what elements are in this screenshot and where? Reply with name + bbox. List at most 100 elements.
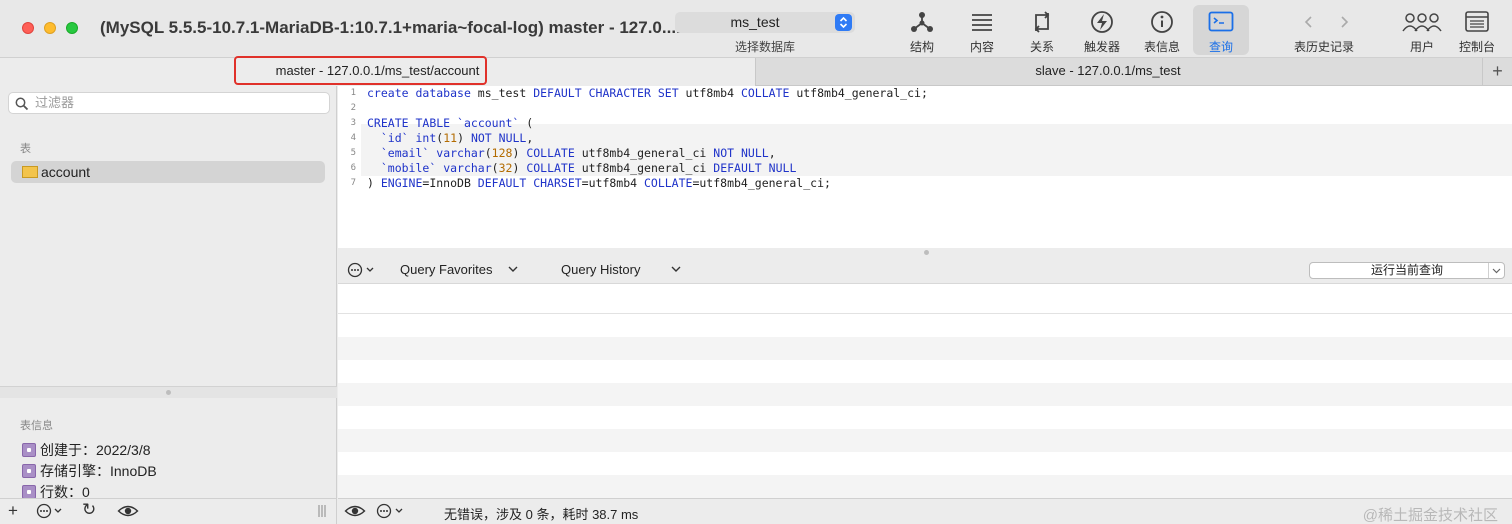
terminal-icon xyxy=(1208,11,1234,32)
console-button[interactable]: 控制台 xyxy=(1449,8,1505,56)
query-label: 查询 xyxy=(1208,40,1233,54)
structure-icon xyxy=(911,12,933,32)
highlight-annotation-box xyxy=(234,56,487,85)
code-line: CREATE TABLE `account` ( xyxy=(367,116,534,130)
sql-editor[interactable]: 1 2 3 4 5 6 7 create database ms_test DE… xyxy=(338,86,1512,248)
eye-icon xyxy=(117,505,139,517)
relations-icon xyxy=(1034,11,1050,33)
table-history-control: 表历史记录 xyxy=(1290,8,1358,56)
drag-handle-dot xyxy=(166,390,171,395)
results-grid[interactable] xyxy=(338,284,1512,498)
chevron-down-icon[interactable] xyxy=(671,262,681,279)
line-number: 5 xyxy=(350,148,356,158)
info-icon xyxy=(1151,11,1173,33)
table-info-label: 表信息 xyxy=(1143,40,1180,54)
query-actions-button[interactable] xyxy=(347,262,377,281)
tables-heading: 表 xyxy=(20,143,31,155)
line-number: 1 xyxy=(350,88,356,98)
content-icon xyxy=(972,14,992,31)
line-number: 2 xyxy=(350,103,356,113)
filter-field[interactable] xyxy=(8,92,330,114)
run-options-dropdown[interactable] xyxy=(1488,263,1504,278)
triggers-label: 触发器 xyxy=(1083,40,1120,54)
database-select-label: 选择数据库 xyxy=(734,40,795,54)
drag-handle-dot xyxy=(924,250,929,255)
table-info-heading: 表信息 xyxy=(20,420,53,432)
structure-label: 结构 xyxy=(909,40,934,54)
refresh-button[interactable]: ↻ xyxy=(82,500,96,520)
eye-icon xyxy=(344,505,366,517)
connection-tab-bar: master - 127.0.0.1/ms_test/account slave… xyxy=(0,58,1512,86)
search-icon xyxy=(15,97,29,111)
tab-slave[interactable]: slave - 127.0.0.1/ms_test xyxy=(755,58,1460,86)
window-title: (MySQL 5.5.5-10.7.1-MariaDB-1:10.7.1+mar… xyxy=(100,18,681,37)
table-info-button[interactable]: 表信息 xyxy=(1134,8,1190,56)
empty-row xyxy=(338,337,1512,360)
console-label: 控制台 xyxy=(1458,40,1495,54)
query-history-button[interactable]: Query History xyxy=(561,262,640,277)
content-label: 内容 xyxy=(969,40,994,54)
table-history-label: 表历史记录 xyxy=(1293,40,1354,54)
query-button[interactable]: 查询 xyxy=(1193,5,1249,55)
minimize-window-button[interactable] xyxy=(44,22,56,34)
ellipsis-circle-icon xyxy=(36,503,62,519)
users-label: 用户 xyxy=(1409,40,1434,54)
table-item-account[interactable]: account xyxy=(11,161,325,183)
structure-button[interactable]: 结构 xyxy=(894,8,950,56)
add-tab-button[interactable]: + xyxy=(1482,58,1512,86)
back-chevron-icon[interactable] xyxy=(1304,16,1312,28)
sidebar-split-handle[interactable] xyxy=(0,386,337,398)
query-toolbar: Query Favorites Query History 运行当前查询 xyxy=(338,256,1512,284)
visibility-button[interactable] xyxy=(117,503,139,523)
database-select-value: ms_test xyxy=(730,14,780,30)
console-icon xyxy=(1465,11,1489,32)
updown-chevron-icon xyxy=(835,14,852,31)
close-window-button[interactable] xyxy=(22,22,34,34)
relations-label: 关系 xyxy=(1029,40,1054,54)
toggle-visibility-button[interactable] xyxy=(344,503,366,522)
line-number: 6 xyxy=(350,163,356,173)
more-actions-button[interactable] xyxy=(36,503,64,523)
empty-row xyxy=(338,383,1512,406)
users-button[interactable]: 用户 xyxy=(1394,8,1450,56)
content-button[interactable]: 内容 xyxy=(954,8,1010,56)
info-created: 创建于：2022/3/8 xyxy=(22,440,151,460)
zoom-window-button[interactable] xyxy=(66,22,78,34)
relations-button[interactable]: 关系 xyxy=(1014,8,1070,56)
empty-row xyxy=(338,429,1512,452)
ellipsis-circle-icon xyxy=(376,503,403,519)
table-icon xyxy=(22,166,38,178)
triggers-icon xyxy=(1091,11,1113,33)
info-bullet-icon xyxy=(22,485,36,499)
forward-chevron-icon[interactable] xyxy=(1341,16,1349,28)
query-status-text: 无错误，涉及 0 条，耗时 38.7 ms xyxy=(444,507,639,522)
code-line: `id` int(11) NOT NULL, xyxy=(380,131,534,145)
status-actions-button[interactable] xyxy=(376,503,406,522)
results-header-divider xyxy=(338,313,1512,314)
code-line: ) ENGINE=InnoDB DEFAULT CHARSET=utf8mb4 … xyxy=(367,176,831,190)
code-line: `mobile` varchar(32) COLLATE utf8mb4_gen… xyxy=(380,161,797,175)
info-engine-text: 存储引擎：InnoDB xyxy=(40,463,157,479)
line-number: 3 xyxy=(350,118,356,128)
run-current-query-button[interactable]: 运行当前查询 xyxy=(1309,262,1505,279)
info-bullet-icon xyxy=(22,443,36,457)
editor-results-splitter[interactable] xyxy=(338,248,1512,256)
add-table-button[interactable]: + xyxy=(8,501,18,521)
info-engine: 存储引擎：InnoDB xyxy=(22,461,157,481)
empty-row xyxy=(338,475,1512,498)
triggers-button[interactable]: 触发器 xyxy=(1074,8,1130,56)
ellipsis-circle-icon xyxy=(347,262,374,278)
info-created-text: 创建于：2022/3/8 xyxy=(40,442,151,458)
query-favorites-button[interactable]: Query Favorites xyxy=(400,262,492,277)
line-number-gutter: 1 2 3 4 5 6 7 xyxy=(338,86,361,248)
chevron-down-icon[interactable] xyxy=(508,262,518,279)
sidebar-bottom-bar: + ↻ xyxy=(0,498,337,524)
sidebar: 表 account 表信息 创建于：2022/3/8 存储引擎：InnoDB 行… xyxy=(0,86,337,500)
run-current-query-label: 运行当前查询 xyxy=(1370,263,1443,277)
line-number: 7 xyxy=(350,178,356,188)
info-bullet-icon xyxy=(22,464,36,478)
filter-input[interactable] xyxy=(35,95,315,110)
window-titlebar: (MySQL 5.5.5-10.7.1-MariaDB-1:10.7.1+mar… xyxy=(0,0,1512,58)
table-item-label: account xyxy=(41,164,91,180)
database-select[interactable]: ms_test xyxy=(675,12,855,33)
